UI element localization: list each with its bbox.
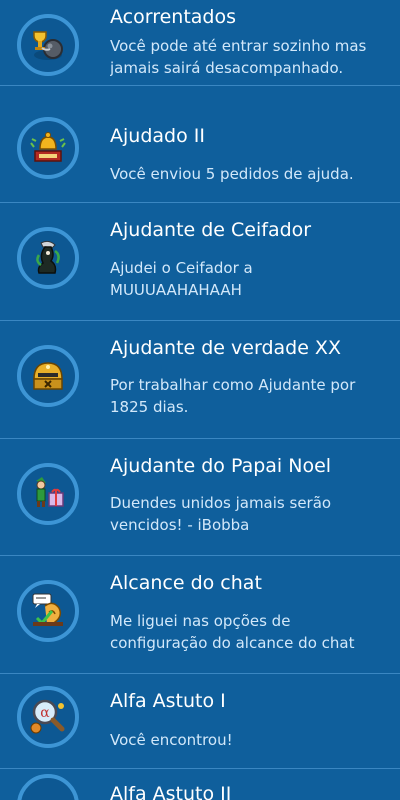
reaper-icon	[17, 227, 79, 289]
badge-title: Acorrentados	[110, 6, 237, 28]
badge-row[interactable]: Alcance do chat Me liguei nas opções de …	[0, 556, 400, 674]
svg-text:α: α	[40, 705, 50, 721]
badge-list[interactable]: Acorrentados Você pode até entrar sozinh…	[0, 0, 400, 800]
badge-row[interactable]: Acorrentados Você pode até entrar sozinh…	[0, 0, 400, 86]
badge-description: Você pode até entrar sozinho mas jamais …	[110, 37, 367, 77]
badge-row[interactable]: Ajudante de Ceifador Ajudei o Ceifador a…	[0, 203, 400, 321]
badge-row[interactable]: α Alfa Astuto I Você encontrou!	[0, 674, 400, 769]
badge-description: Você encontrou!	[110, 731, 233, 749]
badge-title: Ajudante de verdade XX	[110, 337, 341, 359]
magnifier-alpha-icon: α	[17, 686, 79, 748]
badge-description: Duendes unidos jamais serão vencidos! - …	[110, 494, 332, 534]
helper-bell-icon	[17, 117, 79, 179]
badge-description: Ajudei o Ceifador a MUUUAAHAHAAH	[110, 259, 253, 299]
badge-row[interactable]: Ajudado II Você enviou 5 pedidos de ajud…	[0, 86, 400, 203]
chat-ear-icon	[17, 580, 79, 642]
badge-title: Alcance do chat	[110, 572, 262, 594]
badge-description: Por trabalhar como Ajudante por 1825 dia…	[110, 376, 356, 416]
badge-title: Alfa Astuto II	[110, 783, 232, 800]
badge-title: Ajudado II	[110, 125, 205, 147]
badge-title: Ajudante do Papai Noel	[110, 455, 332, 477]
badge-description: Me liguei nas opções de configuração do …	[110, 612, 355, 652]
badge-description: Você enviou 5 pedidos de ajuda.	[110, 165, 354, 183]
badge-row[interactable]: Ajudante do Papai Noel Duendes unidos ja…	[0, 439, 400, 556]
elf-gift-icon	[17, 463, 79, 525]
badge-row[interactable]: Ajudante de verdade XX Por trabalhar com…	[0, 321, 400, 439]
golden-helmet-icon	[17, 345, 79, 407]
chained-ball-trophy-icon	[17, 14, 79, 76]
badge-title: Alfa Astuto I	[110, 690, 226, 712]
badge-title: Ajudante de Ceifador	[110, 219, 312, 241]
